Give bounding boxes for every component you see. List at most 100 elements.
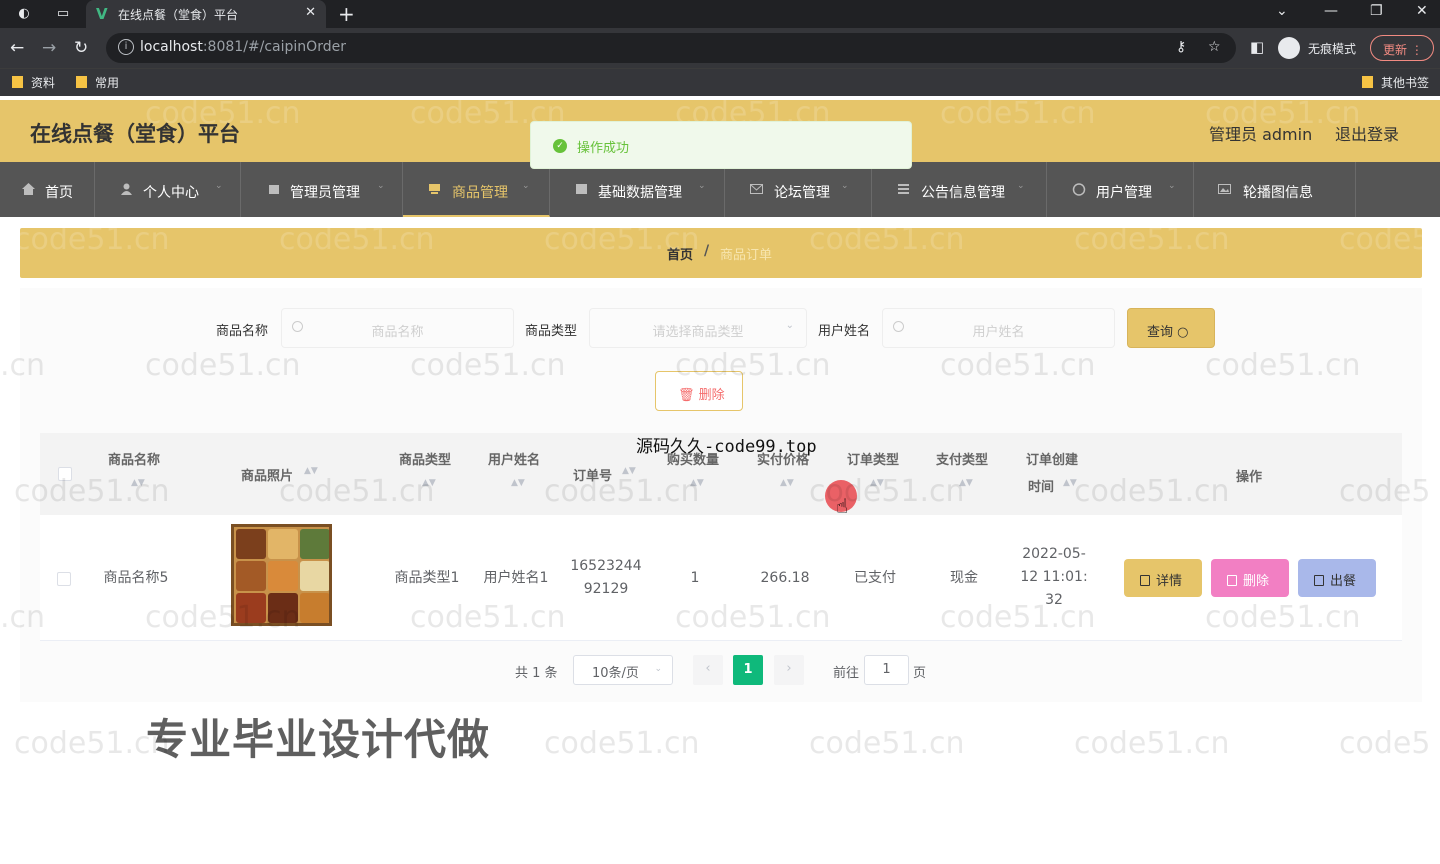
goods-name-placeholder: 商品名称 [371,325,424,340]
th-actions: 操作 [1236,470,1263,485]
cell-goods-type: 商品类型1 [394,570,460,586]
url-field[interactable]: i localhost:8081/#/caipinOrder ⚷ ☆ [106,33,1236,63]
admin-icon [268,183,281,195]
watermark: code51.cn [279,474,435,509]
query-button[interactable]: 查询 ○ [1127,308,1215,348]
tab-search-icon[interactable]: ▭ [55,6,71,22]
bookmark-folder-other[interactable]: 其他书签 [1362,74,1429,91]
reload-icon[interactable]: ↻ [74,38,88,58]
row-delete-button[interactable]: 删除 [1211,559,1289,597]
menu-item-personal[interactable]: 个人中心 ⌄ [95,162,241,217]
menu-item-users[interactable]: 用户管理 ⌄ [1047,162,1194,217]
update-button[interactable]: 更新 ⋮ [1370,35,1434,61]
watermark: code51.cn [14,474,170,509]
watermark: code51.cn [940,600,1096,635]
password-key-icon[interactable]: ⚷ [1176,39,1186,55]
th-goods-name[interactable]: 商品名称 [108,449,160,468]
tab-title: 在线点餐（堂食）平台 [118,8,239,22]
data-icon [575,183,588,195]
goods-type-placeholder: 请选择商品类型 [652,325,744,340]
next-page-button[interactable]: › [774,655,804,685]
user-icon [120,183,133,195]
home-icon [22,183,35,195]
new-tab-icon[interactable]: + [338,2,355,26]
goods-type-label: 商品类型 [525,324,578,339]
page-number-current[interactable]: 1 [733,655,763,685]
tab-close-icon[interactable]: ✕ [305,5,316,20]
site-info-icon[interactable]: i [118,39,134,55]
watermark: code51.cn [940,348,1096,383]
cell-price: 266.18 [760,570,810,586]
watermark: code51.cn [1205,348,1361,383]
menu-item-home[interactable]: 首页 [0,162,95,217]
menu-item-notice[interactable]: 公告信息管理 ⌄ [872,162,1047,217]
tab-list-chevron-icon[interactable]: ⌄ [1276,3,1288,19]
menu-item-forum[interactable]: 论坛管理 ⌄ [725,162,872,217]
page-size-select[interactable]: 10条/页 ⌄ [573,655,673,685]
cell-pay-type: 现金 [950,570,978,586]
user-name-input[interactable]: 用户姓名 [882,308,1115,348]
goto-label: 前往 [833,666,860,681]
user-name-label: 用户姓名 [818,324,871,339]
browser-tab[interactable]: V 在线点餐（堂食）平台 ✕ [86,0,326,28]
trash-icon [1227,575,1237,586]
menu-item-admin[interactable]: 管理员管理 ⌄ [241,162,403,217]
goods-name-input[interactable]: 商品名称 [281,308,514,348]
goods-name-label: 商品名称 [216,324,269,339]
watermark: .cn [0,348,46,383]
chevron-down-icon: ⌄ [654,664,662,674]
goto-page-input[interactable]: 1 [864,655,909,685]
close-window-icon[interactable]: ✕ [1416,3,1428,19]
batch-delete-label: 删除 [698,388,725,403]
th-create-time[interactable]: 订单创建 [1026,449,1078,468]
back-icon[interactable]: ← [10,38,24,58]
bookmarks-bar: 资料 常用 其他书签 [0,68,1440,96]
trash-icon: 🗑︎ [678,388,699,403]
th-pay-type[interactable]: 支付类型 [936,449,988,468]
promo-overlay-text: 专业毕业设计代做 [146,715,491,764]
incognito-icon [1278,37,1300,59]
watermark: code51.cn [809,726,965,761]
restore-icon[interactable]: ❐ [1370,3,1383,19]
th-create-time-line2[interactable]: 时间 [1028,476,1054,495]
page-suffix: 页 [913,666,927,681]
th-goods-type[interactable]: 商品类型 [399,449,451,468]
prev-page-button[interactable]: ‹ [693,655,723,685]
watermark: code51.cn [544,474,700,509]
bookmark-folder-changyong[interactable]: 常用 [76,74,119,91]
watermark: code51.cn [544,222,700,257]
detail-button[interactable]: 详情 [1124,559,1202,597]
browser-menu-icon[interactable]: ◐ [16,6,32,22]
success-toast: ✓ 操作成功 [530,121,912,169]
minimize-icon[interactable]: — [1324,3,1338,19]
sort-icon[interactable]: ▲▼ [780,478,794,488]
sidebar-icon[interactable]: ◧ [1250,38,1264,56]
th-order-type[interactable]: 订单类型 [847,449,899,468]
watermark: code51.cn [410,600,566,635]
th-user-name[interactable]: 用户姓名 [488,449,540,468]
watermark: code51.cn [1074,474,1230,509]
book-icon [1314,575,1324,586]
serve-button[interactable]: 出餐 [1298,559,1376,597]
watermark: code51.cn [1074,222,1230,257]
user-name-placeholder: 用户姓名 [972,325,1025,340]
document-icon [1140,575,1150,586]
menu-item-goods[interactable]: 商品管理 ⌄ [403,162,550,217]
toast-message: 操作成功 [577,141,630,156]
bookmark-star-icon[interactable]: ☆ [1208,39,1221,55]
image-icon [1218,183,1231,195]
cell-quantity: 1 [690,570,700,586]
watermark: code51.cn [145,348,301,383]
folder-icon [76,76,87,88]
watermark: code51.cn [675,348,831,383]
cell-order-no: 16523244 92129 [570,558,642,597]
bookmark-folder-ziliao[interactable]: 资料 [12,74,55,91]
watermark: code51.cn [809,474,965,509]
menu-item-carousel[interactable]: 轮播图信息 [1194,162,1356,217]
watermark: code5 [1339,474,1431,509]
goods-type-select[interactable]: 请选择商品类型 ⌄ [589,308,807,348]
sort-icon[interactable]: ▲▼ [511,478,525,488]
menu-item-basic-data[interactable]: 基础数据管理 ⌄ [550,162,725,217]
row-checkbox[interactable] [57,572,71,586]
forward-icon[interactable]: → [42,38,56,58]
